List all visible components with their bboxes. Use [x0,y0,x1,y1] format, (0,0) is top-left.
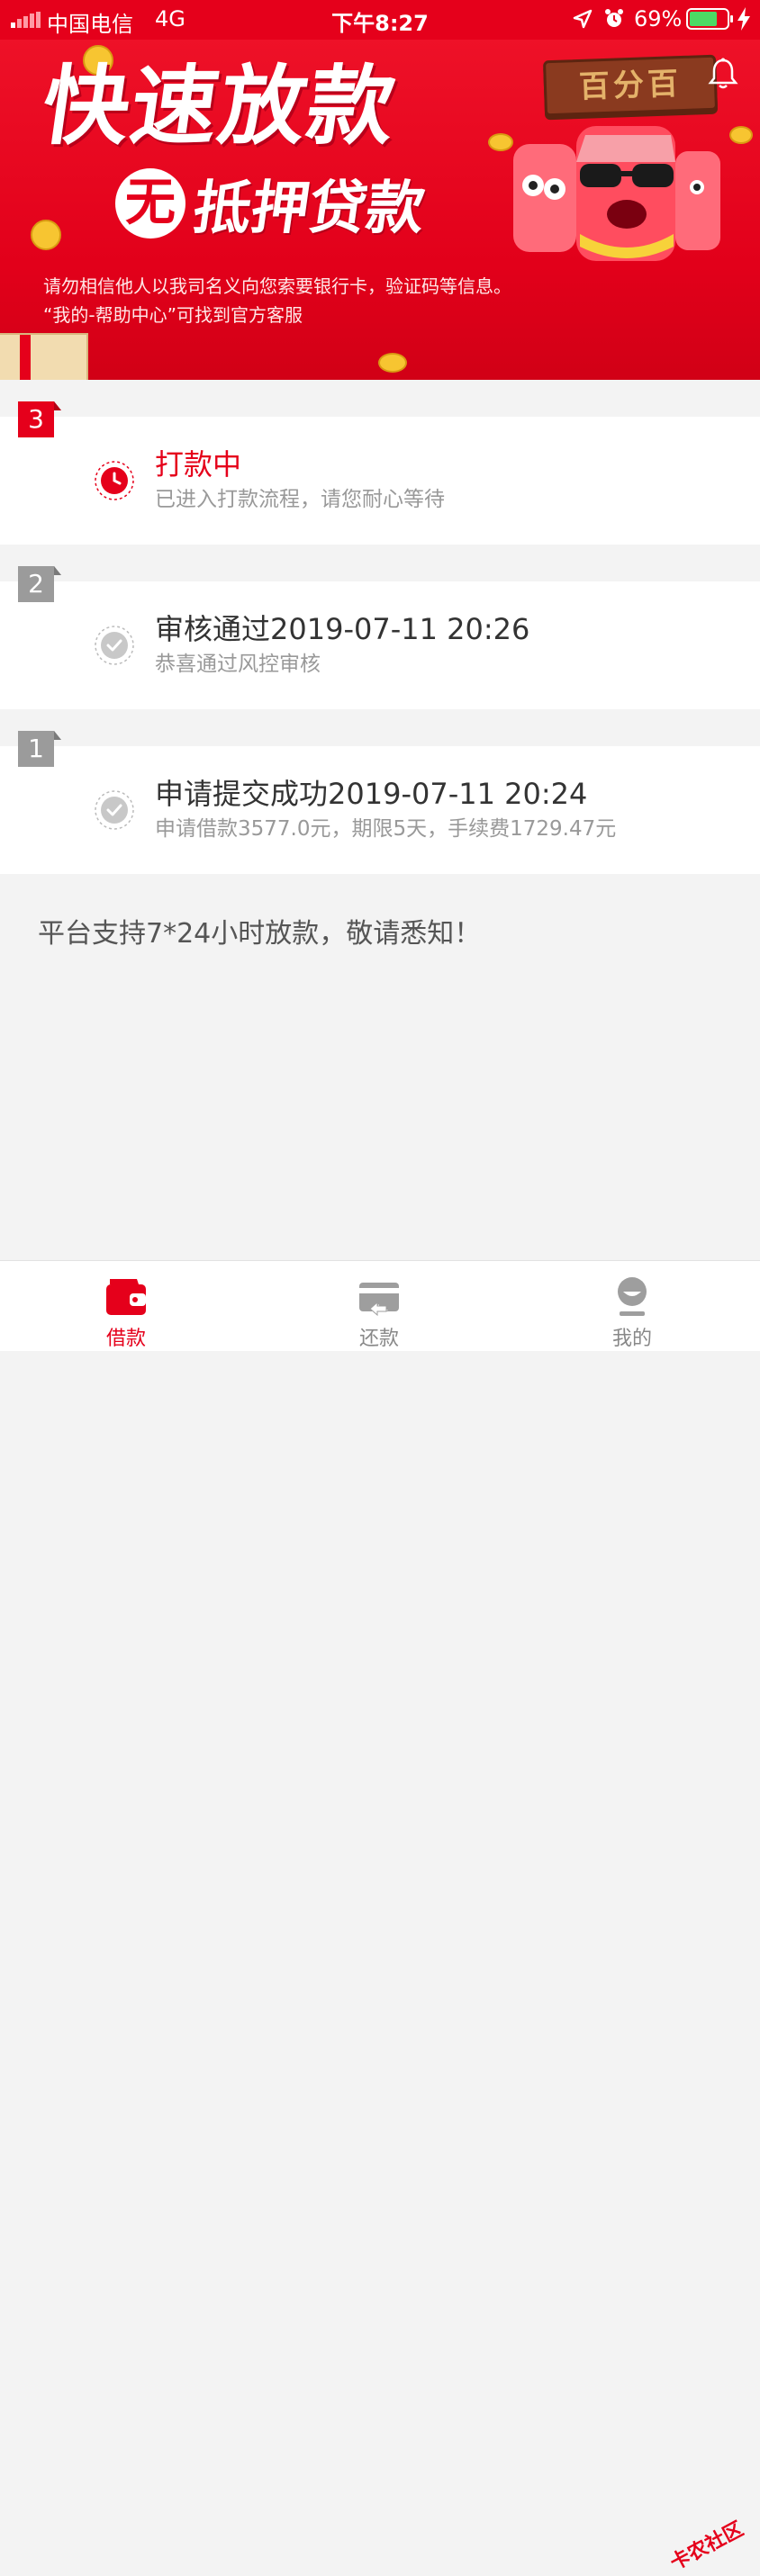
step-title: 审核通过2019-07-11 20:26 [155,612,530,646]
profile-icon [618,1277,647,1316]
repay-card-icon [359,1283,399,1317]
battery-percentage: 69% [634,6,683,32]
tab-repay[interactable]: 还款 [316,1261,442,1351]
tab-borrow[interactable]: 借款 [63,1261,189,1351]
gold-coin-decoration [729,126,753,144]
promo-banner[interactable]: 快速放款 无 抵押贷款 百分百 请勿相信他人以我司名义向您索要银行卡，验证码等信… [0,0,760,380]
location-arrow-icon [573,9,593,29]
step-number: 3 [28,404,44,434]
clock-icon [95,461,134,500]
step-card-disbursing: 3 打款中 已进入打款流程，请您耐心等待 [0,401,760,545]
service-notice: 平台支持7*24小时放款，敬请悉知！ [38,918,482,950]
battery-icon [686,8,733,30]
step-description: 恭喜通过风控审核 [155,653,321,676]
tab-label: 还款 [358,1328,399,1350]
banner-subtitle-badge: 无 [115,168,185,239]
bottom-tab-bar: 借款 还款 我的 卡农社区 [0,1260,760,2575]
charging-bolt-icon [737,7,750,31]
step-number: 1 [28,734,44,763]
mascot-illustration [513,126,720,261]
brand-sign-text: 百分百 [578,66,683,105]
step-title: 打款中 [155,447,242,482]
gift-ribbon [20,335,31,380]
step-description: 已进入打款流程，请您耐心等待 [155,488,445,511]
status-bar: 中国电信 4G 下午8:27 69% [0,0,760,40]
step-description: 申请借款3577.0元，期限5天，手续费1729.47元 [155,817,617,841]
wallet-icon [106,1279,146,1315]
step-number: 2 [28,569,44,599]
check-circle-icon [95,626,134,665]
banner-notice: 请勿相信他人以我司名义向您索要银行卡，验证码等信息。 “我的-帮助中心”可找到官… [43,272,511,329]
step-card-application-submitted: 1 申请提交成功2019-07-11 20:24 申请借款3577.0元，期限5… [0,731,760,874]
step-title: 申请提交成功2019-07-11 20:24 [155,777,588,811]
gift-box-decoration [0,333,88,380]
tab-mine[interactable]: 我的 [569,1261,695,1351]
tab-label: 我的 [611,1328,652,1350]
watermark-text: 卡农社区 [666,2517,747,2575]
gold-coin-decoration [378,353,407,373]
step-card-review-approved: 2 审核通过2019-07-11 20:26 恭喜通过风控审核 [0,566,760,709]
banner-subtitle: 无 抵押贷款 [115,162,429,245]
gold-coin-decoration [31,220,61,250]
banner-subtitle-text: 抵押贷款 [188,176,430,242]
bell-icon[interactable] [708,58,738,90]
banner-title: 快速放款 [36,56,403,157]
alarm-clock-icon [605,9,623,27]
check-circle-icon [95,790,134,830]
banner-notice-line: 请勿相信他人以我司名义向您索要银行卡，验证码等信息。 [43,275,511,297]
banner-notice-line: “我的-帮助中心”可找到官方客服 [43,304,303,326]
tab-label: 借款 [105,1328,146,1350]
